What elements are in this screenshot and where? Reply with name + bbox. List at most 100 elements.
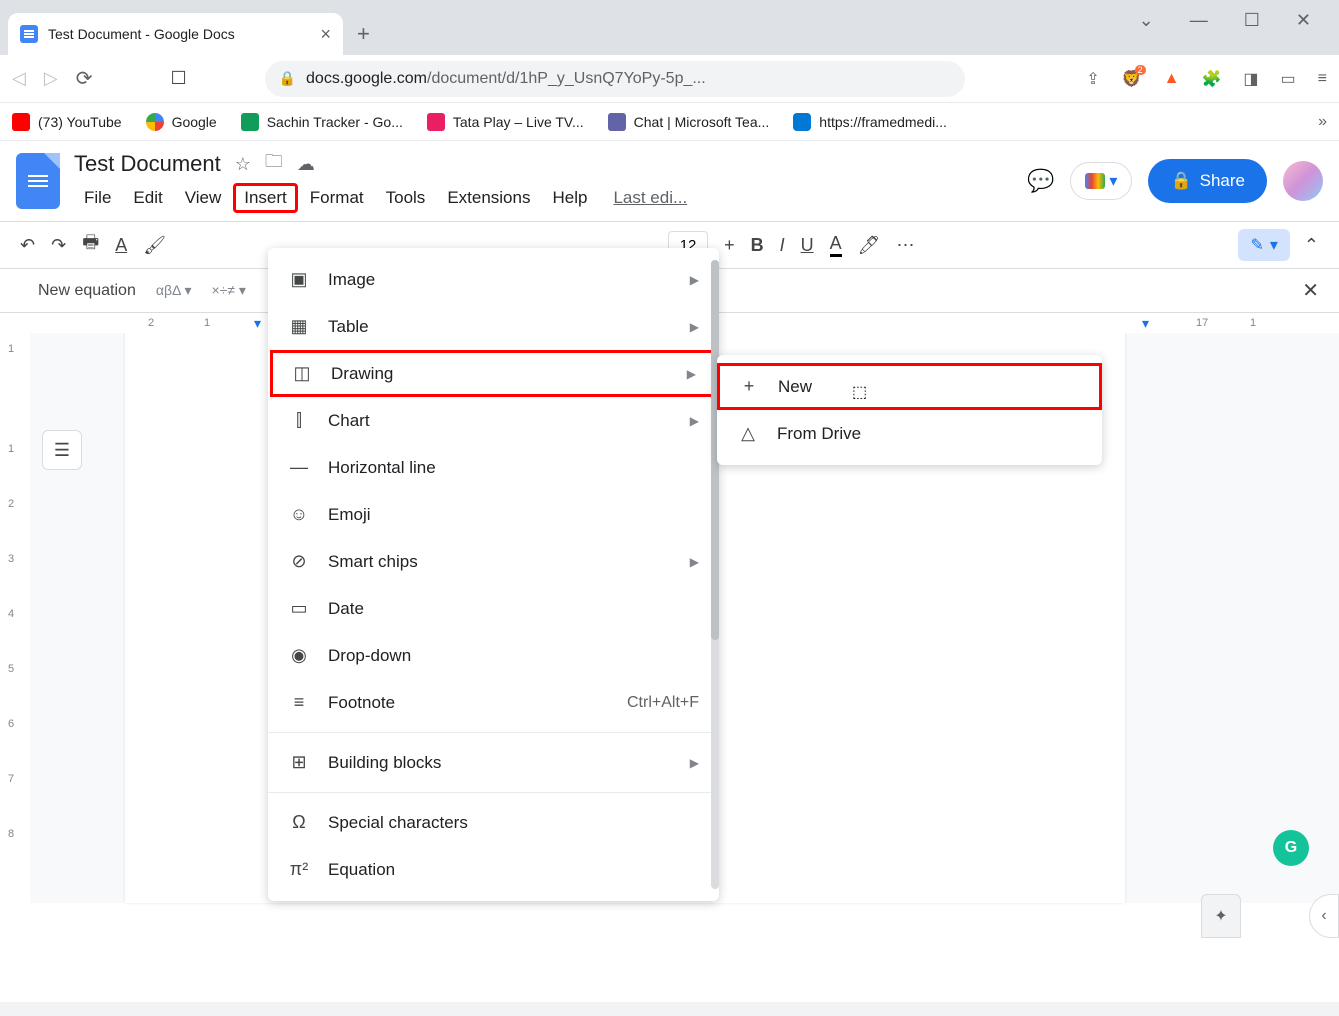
explore-button[interactable]: ✦ [1201, 894, 1241, 938]
bookmark-google[interactable]: Google [146, 113, 217, 131]
menu-help[interactable]: Help [542, 184, 597, 212]
browser-tab[interactable]: Test Document - Google Docs × [8, 13, 343, 55]
minimize-icon[interactable]: — [1190, 10, 1208, 31]
wallet-icon[interactable]: ▭ [1281, 69, 1296, 89]
drawing-from-drive[interactable]: △From Drive [717, 410, 1102, 457]
more-tools-icon[interactable]: ⋯ [896, 235, 914, 256]
menu-bar: File Edit View Insert Format Tools Exten… [74, 183, 1013, 213]
lock-icon: 🔒 [1170, 171, 1191, 191]
menu-file[interactable]: File [74, 184, 121, 212]
insert-image[interactable]: ▣Image▶ [268, 256, 719, 303]
share-button[interactable]: 🔒 Share [1148, 159, 1267, 203]
print-icon[interactable]: 🖶 [82, 230, 99, 260]
sidepanel-icon[interactable]: ◨ [1243, 69, 1258, 89]
insert-chart[interactable]: ⫿Chart▶ [268, 397, 719, 444]
emoji-icon: ☺ [288, 504, 310, 525]
undo-icon[interactable]: ↶ [20, 235, 35, 256]
text-color-icon[interactable]: A [830, 233, 842, 257]
document-title[interactable]: Test Document [74, 151, 221, 177]
star-icon[interactable]: ☆ [235, 154, 251, 175]
insert-special-characters[interactable]: ΩSpecial characters [268, 799, 719, 846]
redo-icon[interactable]: ↷ [51, 235, 66, 256]
document-outline-button[interactable]: ☰ [42, 430, 82, 470]
menu-tools[interactable]: Tools [376, 184, 436, 212]
insert-equation[interactable]: π²Equation [268, 846, 719, 893]
indent-marker-right[interactable]: ▾ [1142, 315, 1149, 332]
operators-dropdown[interactable]: ×÷≠ ▾ [212, 282, 246, 299]
cloud-status-icon[interactable]: ☁ [297, 154, 315, 175]
bold-icon[interactable]: B [751, 235, 764, 256]
back-icon[interactable]: ◁ [12, 68, 26, 89]
share-url-icon[interactable]: ⇪ [1086, 69, 1099, 89]
brave-rewards-icon[interactable]: ▲ [1164, 70, 1180, 88]
insert-footnote[interactable]: ≡FootnoteCtrl+Alt+F [268, 679, 719, 726]
side-panel-toggle[interactable]: ‹ [1309, 894, 1339, 938]
indent-marker-left[interactable]: ▾ [254, 315, 261, 332]
insert-horizontal-line[interactable]: —Horizontal line [268, 444, 719, 491]
insert-building-blocks[interactable]: ⊞Building blocks▶ [268, 739, 719, 786]
bookmark-teams[interactable]: Chat | Microsoft Tea... [608, 113, 770, 131]
chevron-down-icon[interactable]: ⌄ [1139, 10, 1154, 31]
hide-menus-icon[interactable]: ⌃ [1304, 235, 1319, 256]
spellcheck-icon[interactable]: A [115, 235, 127, 256]
editing-mode-button[interactable]: ✎ ▾ [1238, 229, 1289, 261]
greek-letters-dropdown[interactable]: αβΔ ▾ [156, 282, 192, 299]
menu-format[interactable]: Format [300, 184, 374, 212]
underline-icon[interactable]: U [801, 235, 814, 256]
bookmarks-bar: (73) YouTube Google Sachin Tracker - Go.… [0, 103, 1339, 141]
bookmark-this-icon[interactable]: ☐ [170, 68, 186, 89]
close-equation-icon[interactable]: ✕ [1302, 278, 1319, 303]
line-icon: — [288, 457, 310, 478]
close-window-icon[interactable]: ✕ [1296, 10, 1311, 31]
pi-icon: π² [288, 859, 310, 880]
extensions-icon[interactable]: 🧩 [1201, 69, 1221, 89]
insert-emoji[interactable]: ☺Emoji [268, 491, 719, 538]
paint-format-icon[interactable]: 🖌 [143, 235, 166, 256]
move-folder-icon[interactable]: 🗀 [265, 149, 283, 179]
menu-insert[interactable]: Insert [233, 183, 298, 213]
grammarly-icon[interactable]: G [1273, 830, 1309, 866]
maximize-icon[interactable]: ☐ [1244, 10, 1260, 31]
bookmark-sheets[interactable]: Sachin Tracker - Go... [241, 113, 403, 131]
close-tab-icon[interactable]: × [320, 24, 331, 45]
forward-icon[interactable]: ▷ [44, 68, 58, 89]
menu-scrollbar[interactable] [711, 260, 719, 889]
reload-icon[interactable]: ⟳ [76, 66, 93, 91]
insert-dropdown[interactable]: ◉Drop-down [268, 632, 719, 679]
horizontal-scrollbar[interactable] [0, 1002, 1339, 1016]
insert-drawing[interactable]: ◫Drawing▶ [270, 350, 717, 397]
drawing-new[interactable]: +New [717, 363, 1102, 410]
tataplay-icon [427, 113, 445, 131]
chart-icon: ⫿ [288, 410, 310, 431]
pencil-icon: ✎ [1250, 235, 1263, 255]
insert-table[interactable]: ▦Table▶ [268, 303, 719, 350]
browser-menu-icon[interactable]: ≡ [1318, 70, 1327, 88]
insert-date[interactable]: ▭Date [268, 585, 719, 632]
meet-button[interactable]: ▾ [1070, 162, 1132, 200]
account-avatar[interactable] [1283, 161, 1323, 201]
drive-icon: △ [737, 423, 759, 444]
tab-title: Test Document - Google Docs [48, 26, 310, 42]
last-edit-link[interactable]: Last edi... [613, 188, 687, 208]
comments-icon[interactable]: 💬 [1027, 168, 1054, 194]
font-size-increase[interactable]: + [724, 235, 735, 256]
menu-extensions[interactable]: Extensions [437, 184, 540, 212]
vertical-ruler[interactable]: 1 1 2 3 4 5 6 7 8 [0, 333, 30, 903]
brave-shield-icon[interactable]: 🦁2 [1122, 69, 1142, 89]
docs-logo-icon[interactable] [16, 153, 60, 209]
bookmark-framedmedi[interactable]: https://framedmedi... [793, 113, 947, 131]
drawing-icon: ◫ [291, 363, 313, 384]
italic-icon[interactable]: I [780, 235, 785, 256]
browser-nav-bar: ◁ ▷ ⟳ ☐ 🔒 docs.google.com/document/d/1hP… [0, 55, 1339, 103]
bookmark-youtube[interactable]: (73) YouTube [12, 113, 122, 131]
highlight-icon[interactable]: 🖊 [858, 235, 881, 256]
url-bar[interactable]: 🔒 docs.google.com/document/d/1hP_y_UsnQ7… [265, 61, 965, 97]
bookmarks-overflow-icon[interactable]: » [1318, 113, 1327, 131]
new-tab-button[interactable]: + [343, 13, 384, 55]
bookmark-tataplay[interactable]: Tata Play – Live TV... [427, 113, 584, 131]
new-equation-button[interactable]: New equation [38, 282, 136, 300]
menu-view[interactable]: View [175, 184, 232, 212]
url-text: docs.google.com/document/d/1hP_y_UsnQ7Yo… [306, 70, 706, 88]
menu-edit[interactable]: Edit [123, 184, 172, 212]
insert-smart-chips[interactable]: ⊘Smart chips▶ [268, 538, 719, 585]
